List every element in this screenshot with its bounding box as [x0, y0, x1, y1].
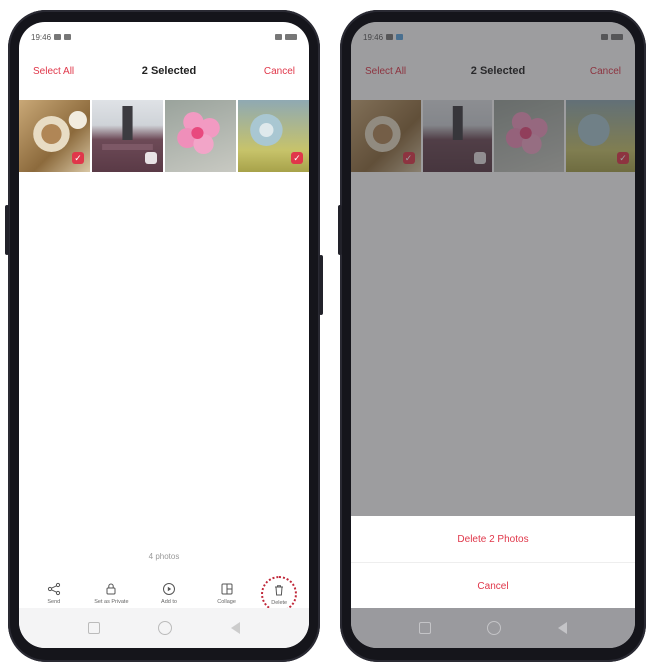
thumbnail-toy[interactable]: ✓ — [238, 100, 309, 172]
cancel-button[interactable]: Cancel — [264, 66, 295, 77]
delete-label: Delete — [271, 599, 288, 606]
left-phone-power-button — [319, 255, 323, 315]
selected-check-icon[interactable]: ✓ — [72, 152, 84, 164]
delete-action-sheet: Delete 2 Photos Cancel — [351, 516, 635, 609]
home-icon[interactable] — [487, 621, 502, 635]
left-phone-volume-button — [5, 205, 9, 255]
right-phone-volume-button — [338, 205, 342, 255]
system-nav-bar — [351, 608, 635, 648]
recents-icon[interactable] — [88, 622, 101, 634]
thumbnail-flower[interactable] — [165, 100, 236, 172]
lock-icon — [106, 583, 116, 595]
alarm-icon — [275, 34, 282, 40]
left-screen: 19:46 Select All 2 Selected Cancel ✓ ✓ 4… — [19, 22, 309, 648]
set-private-label: Set as Private — [94, 599, 129, 605]
status-time: 19:46 — [31, 32, 52, 42]
selection-header: Select All 2 Selected Cancel — [19, 60, 309, 82]
battery-icon — [285, 34, 297, 40]
right-screen: 19:46 Select All 2 Selected Cancel ✓ ✓ D… — [351, 22, 635, 648]
right-phone: 19:46 Select All 2 Selected Cancel ✓ ✓ D… — [340, 10, 646, 662]
status-bar: 19:46 — [19, 22, 309, 52]
thumbnail-food[interactable]: ✓ — [19, 100, 90, 172]
wifi-icon — [64, 34, 72, 40]
collage-label: Collage — [217, 599, 236, 605]
home-icon[interactable] — [158, 621, 173, 635]
thumbnail-building[interactable] — [92, 100, 163, 172]
left-phone: 19:46 Select All 2 Selected Cancel ✓ ✓ 4… — [8, 10, 320, 662]
unselected-check-icon[interactable] — [145, 152, 157, 164]
recents-icon[interactable] — [419, 622, 432, 634]
selected-check-icon[interactable]: ✓ — [291, 152, 303, 164]
share-icon — [47, 582, 60, 596]
delete-photos-button[interactable]: Delete 2 Photos — [351, 516, 635, 562]
flower-image — [177, 112, 220, 154]
sheet-cancel-button[interactable]: Cancel — [351, 562, 635, 609]
system-nav-bar — [19, 608, 309, 648]
back-icon[interactable] — [557, 622, 567, 634]
signal-icon — [54, 34, 62, 40]
send-label: Send — [47, 599, 61, 605]
selected-count-title: 2 Selected — [141, 65, 197, 77]
select-all-button[interactable]: Select All — [33, 66, 74, 77]
delete-button[interactable]: Delete — [261, 576, 298, 612]
collage-icon — [221, 583, 233, 595]
photo-count: 4 photos — [148, 552, 180, 561]
thumbnail-strip: ✓ ✓ — [19, 100, 309, 172]
back-icon[interactable] — [230, 622, 240, 634]
play-icon — [162, 583, 175, 595]
add-to-label: Add to — [161, 599, 177, 605]
trash-icon — [275, 584, 284, 595]
